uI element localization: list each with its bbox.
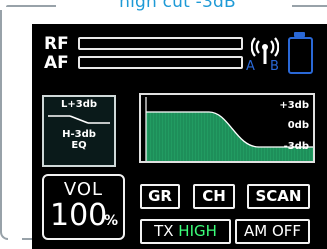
- curve-label-minus3: -3db: [283, 141, 309, 152]
- eq-low-value: L+3db: [60, 99, 98, 110]
- eq-status-caption: high cut -3dB: [119, 0, 236, 12]
- af-meter: [78, 56, 243, 69]
- eq-curve-graph: +3db 0db -3db: [139, 93, 315, 163]
- ch-button[interactable]: CH: [193, 184, 235, 209]
- volume-label: VOL: [63, 179, 104, 200]
- eq-settings-box[interactable]: L+3db H-3db EQ: [42, 95, 116, 167]
- tx-label: TX: [154, 222, 179, 240]
- tx-power-button[interactable]: TX HIGH: [140, 219, 231, 244]
- af-label: AF: [44, 53, 69, 73]
- curve-label-0: 0db: [287, 120, 309, 131]
- eq-title: EQ: [71, 140, 87, 151]
- tx-state: HIGH: [178, 222, 217, 240]
- curve-label-plus3: +3db: [279, 100, 309, 111]
- volume-value: 100: [50, 198, 108, 233]
- antenna-a-label: A: [246, 59, 255, 74]
- rf-meter: [78, 37, 243, 50]
- frame-top-left-line: [6, 5, 56, 7]
- eq-mini-curve-icon: [48, 115, 110, 124]
- device-screen: RF AF A B L+3db H-3db EQ +3db 0db -3db V…: [32, 24, 327, 249]
- frame-top-right-line: [292, 5, 327, 7]
- antenna-b-label: B: [270, 59, 279, 74]
- gr-button[interactable]: GR: [140, 184, 180, 209]
- battery-icon: [288, 37, 313, 74]
- am-button[interactable]: AM OFF: [235, 219, 310, 244]
- eq-high-value: H-3db: [62, 129, 96, 140]
- rf-label: RF: [44, 34, 69, 54]
- scan-button[interactable]: SCAN: [247, 184, 310, 209]
- volume-unit: %: [104, 213, 119, 229]
- frame-left-line: [0, 10, 8, 240]
- volume-box[interactable]: VOL 100 %: [42, 174, 125, 240]
